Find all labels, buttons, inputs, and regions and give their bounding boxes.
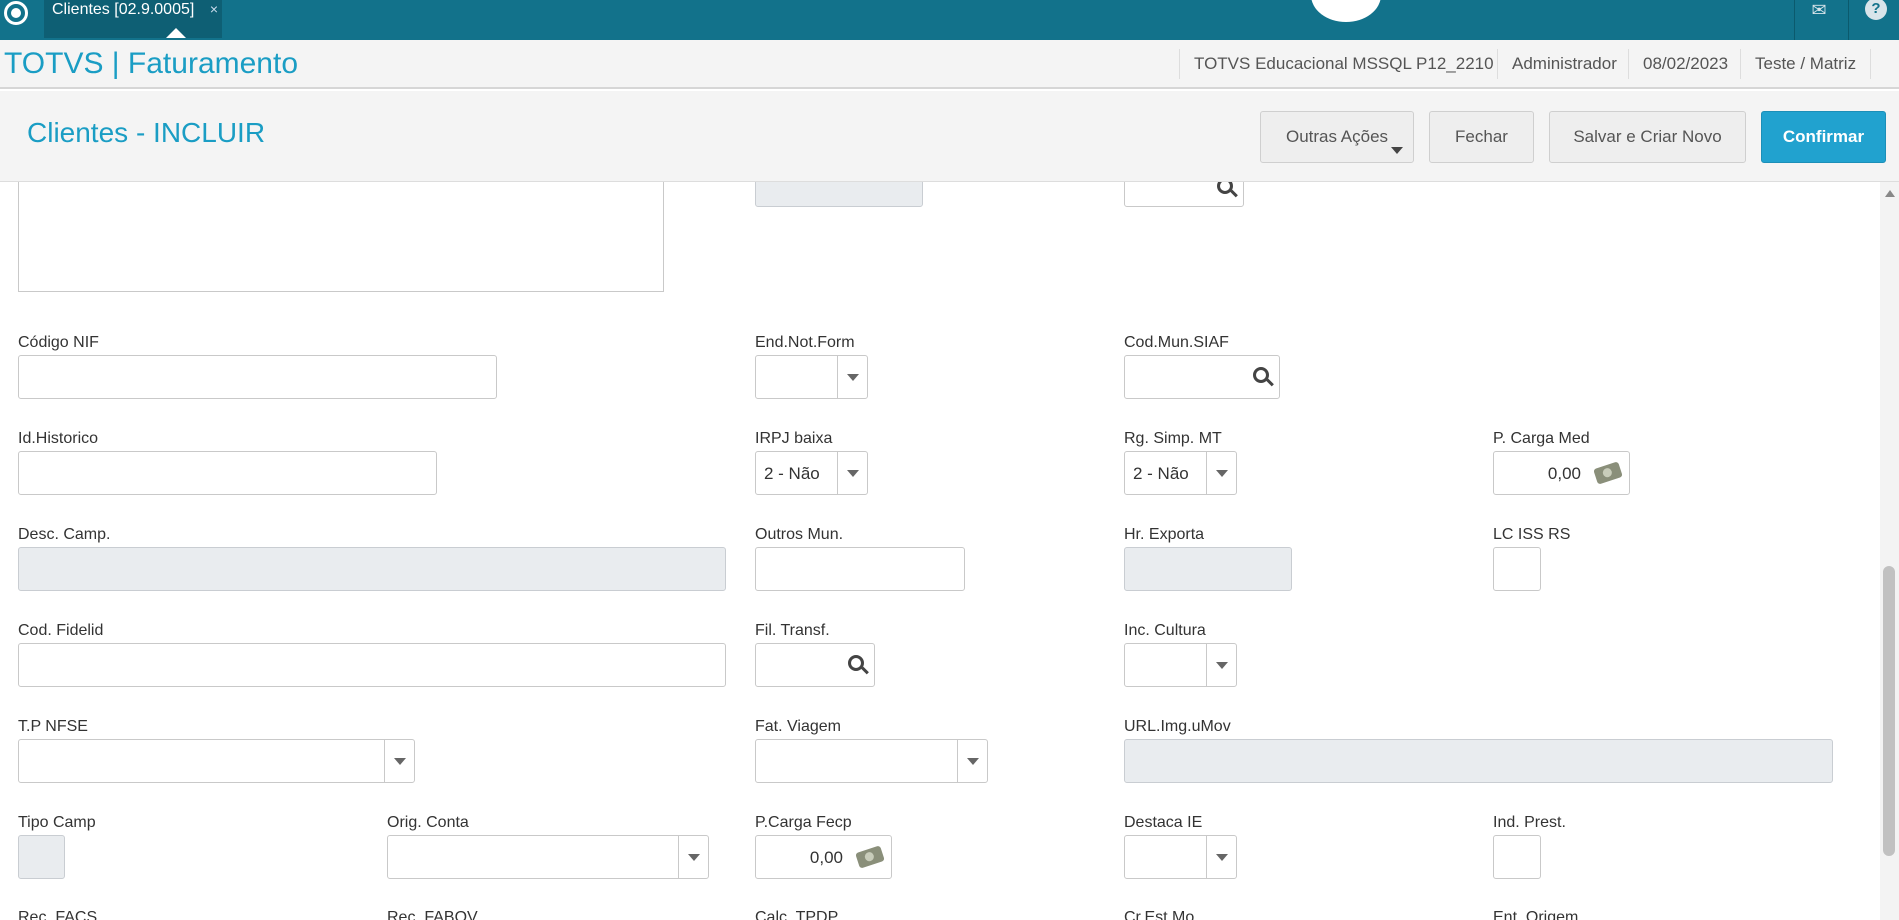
calc-tpdp-label: Calc. TPDP xyxy=(755,909,839,920)
id-historico-label: Id.Historico xyxy=(18,430,99,447)
ind-prest-label: Ind. Prest. xyxy=(1493,814,1566,831)
readonly-field xyxy=(755,182,923,207)
lc-iss-rs-input[interactable] xyxy=(1493,547,1541,591)
other-actions-button[interactable]: Outras Ações xyxy=(1260,111,1414,163)
destaca-ie-label: Destaca IE xyxy=(1124,814,1203,831)
search-icon[interactable] xyxy=(1217,182,1233,194)
other-actions-label: Outras Ações xyxy=(1285,127,1389,146)
chevron-down-icon[interactable] xyxy=(384,740,414,782)
save-and-new-button[interactable]: Salvar e Criar Novo xyxy=(1549,111,1746,163)
inc-cultura-select[interactable] xyxy=(1124,643,1237,687)
rg-simp-mt-select[interactable]: 2 - Não xyxy=(1124,451,1237,495)
lookup-field[interactable] xyxy=(1124,182,1244,207)
irpj-baixa-label: IRPJ baixa xyxy=(755,430,833,447)
mail-icon[interactable]: ✉ xyxy=(1804,0,1834,20)
outros-mun-input[interactable] xyxy=(755,547,965,591)
cod-mun-siaf-label: Cod.Mun.SIAF xyxy=(1124,334,1229,351)
form-content: Código NIF End.Not.Form Cod.Mun.SIAF Id.… xyxy=(0,182,1880,920)
scroll-up-icon[interactable] xyxy=(1885,190,1895,197)
fil-transf-label: Fil. Transf. xyxy=(755,622,830,639)
tab-clientes[interactable]: Clientes [02.9.0005] × xyxy=(44,0,222,38)
hr-exporta-input xyxy=(1124,547,1292,591)
end-not-form-select[interactable] xyxy=(755,355,868,399)
tp-nfse-label: T.P NFSE xyxy=(18,718,88,735)
topbar-divider xyxy=(1848,0,1849,40)
tipo-camp-label: Tipo Camp xyxy=(18,814,96,831)
fil-transf-input[interactable] xyxy=(755,643,875,687)
end-not-form-label: End.Not.Form xyxy=(755,334,855,351)
tipo-camp-input xyxy=(18,835,65,879)
ent-origem-label: Ent. Origem xyxy=(1493,909,1579,920)
confirm-button[interactable]: Confirmar xyxy=(1761,111,1886,163)
top-bar: Clientes [02.9.0005] × ✉ ? xyxy=(0,0,1899,40)
page-header: Clientes - INCLUIR Outras Ações Fechar S… xyxy=(0,91,1899,182)
tab-active-caret xyxy=(166,28,186,38)
close-button[interactable]: Fechar xyxy=(1429,111,1534,163)
calculator-icon[interactable] xyxy=(855,845,885,869)
desc-camp-label: Desc. Camp. xyxy=(18,526,111,543)
rec-facs-label: Rec. FACS xyxy=(18,909,98,920)
outros-mun-label: Outros Mun. xyxy=(755,526,844,543)
p-carga-med-input[interactable]: 0,00 xyxy=(1493,451,1630,495)
p-carga-fecp-input[interactable]: 0,00 xyxy=(755,835,892,879)
chevron-down-icon[interactable] xyxy=(678,836,708,878)
app-title: TOTVS | Faturamento xyxy=(4,47,299,80)
totvs-logo-icon[interactable] xyxy=(4,1,28,25)
page-title: Clientes - INCLUIR xyxy=(27,117,266,148)
desc-camp-input xyxy=(18,547,726,591)
codigo-nif-input[interactable] xyxy=(18,355,497,399)
app-header: TOTVS | Faturamento TOTVS Educacional MS… xyxy=(0,40,1899,89)
cod-fidelid-label: Cod. Fidelid xyxy=(18,622,104,639)
tab-close-icon[interactable]: × xyxy=(210,0,218,19)
cod-mun-siaf-input[interactable] xyxy=(1124,355,1280,399)
calculator-icon[interactable] xyxy=(1593,461,1623,485)
tab-label: Clientes [02.9.0005] xyxy=(52,1,195,18)
p-carga-med-label: P. Carga Med xyxy=(1493,430,1590,447)
chevron-down-icon xyxy=(1391,147,1403,154)
help-icon[interactable]: ? xyxy=(1865,0,1887,20)
user-info[interactable]: Administrador xyxy=(1497,49,1631,79)
codigo-nif-label: Código NIF xyxy=(18,334,99,351)
ind-prest-input[interactable] xyxy=(1493,835,1541,879)
url-img-umov-input xyxy=(1124,739,1833,783)
scrollbar-thumb[interactable] xyxy=(1883,566,1895,856)
memo-textarea[interactable] xyxy=(18,182,664,292)
chevron-down-icon[interactable] xyxy=(957,740,987,782)
cr-est-mo-label: Cr.Est.Mo xyxy=(1124,909,1195,920)
cod-fidelid-input[interactable] xyxy=(18,643,726,687)
chevron-down-icon[interactable] xyxy=(837,452,867,494)
search-icon[interactable] xyxy=(848,655,864,671)
url-img-umov-label: URL.Img.uMov xyxy=(1124,718,1231,735)
chevron-down-icon[interactable] xyxy=(837,356,867,398)
inc-cultura-label: Inc. Cultura xyxy=(1124,622,1206,639)
p-carga-fecp-label: P.Carga Fecp xyxy=(755,814,852,831)
rg-simp-mt-label: Rg. Simp. MT xyxy=(1124,430,1222,447)
rec-fabov-label: Rec. FABOV xyxy=(387,909,478,920)
id-historico-input[interactable] xyxy=(18,451,437,495)
search-icon[interactable] xyxy=(1253,367,1269,383)
destaca-ie-select[interactable] xyxy=(1124,835,1237,879)
topbar-divider xyxy=(1794,0,1795,40)
chevron-down-icon[interactable] xyxy=(1206,836,1236,878)
chevron-down-icon[interactable] xyxy=(1206,452,1236,494)
tp-nfse-select[interactable] xyxy=(18,739,415,783)
irpj-baixa-select[interactable]: 2 - Não xyxy=(755,451,868,495)
lc-iss-rs-label: LC ISS RS xyxy=(1493,526,1571,543)
orig-conta-label: Orig. Conta xyxy=(387,814,469,831)
date-info[interactable]: 08/02/2023 xyxy=(1628,49,1742,79)
branch-info[interactable]: Teste / Matriz xyxy=(1740,49,1872,79)
vertical-scrollbar[interactable] xyxy=(1880,182,1899,920)
hr-exporta-label: Hr. Exporta xyxy=(1124,526,1205,543)
chevron-down-icon[interactable] xyxy=(1206,644,1236,686)
orig-conta-select[interactable] xyxy=(387,835,709,879)
fat-viagem-label: Fat. Viagem xyxy=(755,718,841,735)
chat-bubble-icon[interactable] xyxy=(1311,0,1381,22)
fat-viagem-select[interactable] xyxy=(755,739,988,783)
environment-info[interactable]: TOTVS Educacional MSSQL P12_2210 xyxy=(1179,49,1508,79)
